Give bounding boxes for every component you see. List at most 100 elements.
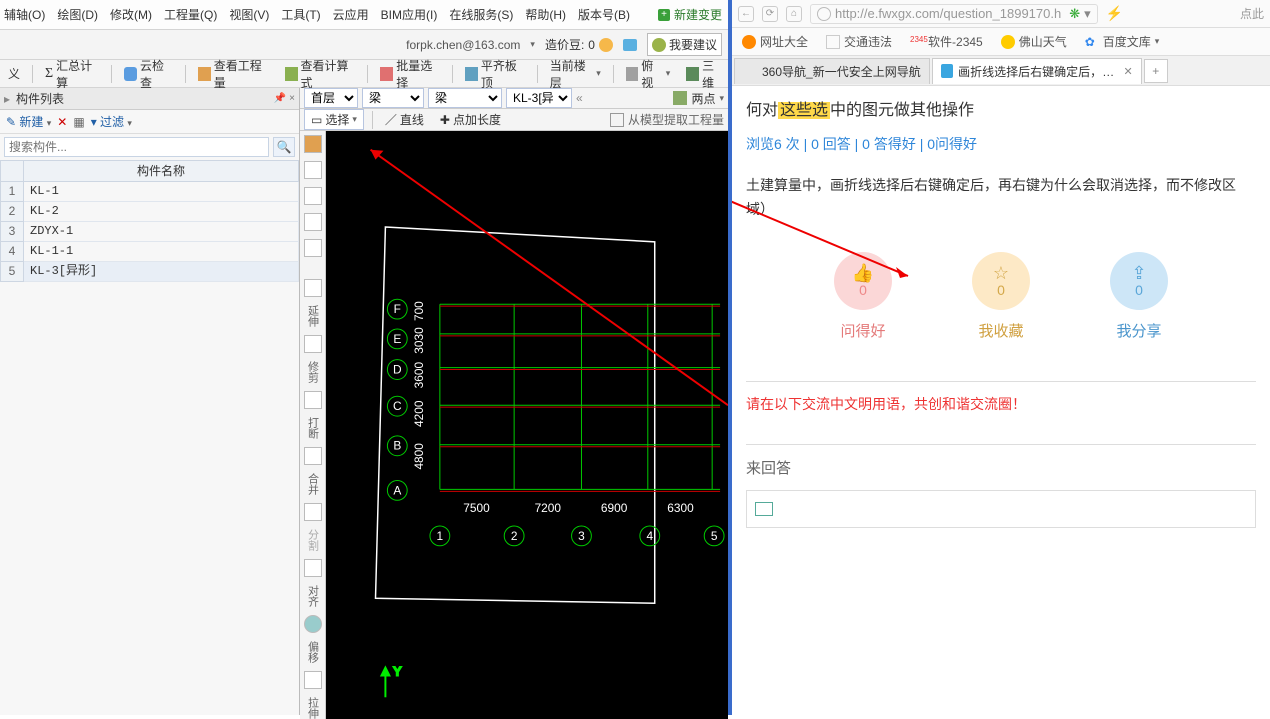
feedback-button[interactable]: 我要建议 [647,33,722,56]
page-content: 何对这些选中的图元做其他操作 浏览6 次 | 0 回答 | 0 答得好 | 0问… [732,86,1270,715]
copy-button[interactable]: ▦ [73,115,84,129]
table-row[interactable]: 3ZDYX-1 [0,222,299,242]
break-icon[interactable] [304,391,322,409]
bookmark-item[interactable]: 2345软件-2345 [910,33,983,50]
plus-icon: + [658,9,670,21]
bookmark-item[interactable]: ✿百度文库▾ [1085,33,1160,50]
extract-quantity[interactable]: 从模型提取工程量 [610,111,724,128]
menu-version[interactable]: 版本号(B) [578,6,630,23]
search-button[interactable]: 🔍 [273,137,295,157]
menu-help[interactable]: 帮助(H) [525,6,566,23]
svg-text:3600: 3600 [412,362,426,389]
align-icon[interactable] [304,559,322,577]
batch-icon [380,67,393,81]
column-name-header: 构件名称 [24,160,299,182]
svg-text:4800: 4800 [412,443,426,470]
menu-bim[interactable]: BIM应用(I) [381,6,438,23]
share-action[interactable]: ⇪0 我分享 [1110,252,1168,341]
stretch-icon[interactable] [304,671,322,689]
category-select[interactable]: 梁 [362,88,424,108]
table-row[interactable]: 2KL-2 [0,202,299,222]
tool-3d[interactable]: 三维 [682,56,728,92]
two-point-tool[interactable]: 两点▾ [673,90,724,107]
align-icon [465,67,478,81]
star-icon [742,35,756,49]
globe-icon [817,7,831,21]
back-button[interactable]: ← [738,6,754,22]
menu-modify[interactable]: 修改(M) [110,6,152,23]
star-icon: ☆ [993,264,1009,282]
merge-icon[interactable] [304,447,322,465]
menu-cloud[interactable]: 云应用 [333,6,369,23]
tool-icon[interactable] [304,161,322,179]
floor-select[interactable]: 首层 [304,88,358,108]
home-button[interactable]: ⌂ [786,6,802,22]
answer-editor[interactable] [746,490,1256,528]
chevron-down-icon[interactable]: ▾ [1084,6,1091,22]
menu-view[interactable]: 视图(V) [229,6,269,23]
menu-aux-axis[interactable]: 辅轴(O) [4,6,45,23]
tool-view-qty[interactable]: 查看工程量 [194,56,273,92]
tool-icon[interactable] [304,239,322,257]
brush-icon[interactable] [304,135,322,153]
trim-icon[interactable] [304,335,322,353]
tool-top-view[interactable]: 俯视▾ [622,56,675,92]
select-tool[interactable]: ▭选择▾ [304,109,364,130]
menu-quantity[interactable]: 工程量(Q) [164,6,217,23]
tool-icon[interactable] [304,187,322,205]
message-icon[interactable] [623,39,637,51]
image-icon[interactable] [755,502,773,516]
delete-button[interactable]: ✕ [57,115,67,129]
address-bar[interactable]: http://e.fwxgx.com/question_1899170.h ❋ … [810,4,1098,24]
person-icon [652,38,666,52]
tool-view-formula[interactable]: 查看计算式 [281,56,360,92]
panel-header: ▸ 构件列表 📌 × [0,88,299,110]
good-question-action[interactable]: 👍0 问得好 [834,252,892,341]
drawing-canvas[interactable]: F E D C B A 1 2 3 4 5 [326,131,728,719]
add-length-tool[interactable]: ✚点加长度 [436,110,505,129]
bookmark-item[interactable]: 网址大全 [742,33,808,50]
search-input[interactable] [4,137,269,157]
browser-navbar: ← ⟳ ⌂ http://e.fwxgx.com/question_189917… [732,0,1270,28]
bookmark-item[interactable]: 交通违法 [826,33,892,50]
lightning-icon[interactable]: ⚡ [1106,5,1123,22]
tool-cloud-check[interactable]: 云检查 [120,56,177,92]
table-row[interactable]: 1KL-1 [0,182,299,202]
svg-text:6900: 6900 [601,501,628,515]
tool-align-slab[interactable]: 平齐板顶 [461,56,529,92]
extend-icon[interactable] [304,279,322,297]
line-tool[interactable]: ／直线 [381,110,428,129]
share-icon: ⇪ [1131,264,1146,282]
bookmark-item[interactable]: 佛山天气 [1001,33,1067,50]
tab-item[interactable]: 画折线选择后右键确定后，再右键 ✕ [932,58,1142,84]
component-select[interactable]: KL-3[异形 [506,88,572,108]
refresh-button[interactable]: ⟳ [762,6,778,22]
favicon [941,64,953,78]
svg-text:F: F [394,302,401,316]
menu-draw[interactable]: 绘图(D) [57,6,98,23]
panel-toolbar: ✎ 新建 ▾ ✕ ▦ ▾ 过滤 ▾ [0,110,299,134]
tool-summary[interactable]: Σ汇总计算 [41,56,103,92]
pin-icon[interactable]: 📌 × [274,93,295,104]
tool-current-floor[interactable]: 当前楼层▾ [546,56,605,92]
menu-tools[interactable]: 工具(T) [281,6,320,23]
email-dropdown[interactable]: ▾ [530,39,535,50]
table-row[interactable]: 4KL-1-1 [0,242,299,262]
cloud-icon[interactable] [304,615,322,633]
table-row[interactable]: 5KL-3[异形] [0,262,299,282]
new-tab-button[interactable]: + [1144,59,1168,83]
thumb-up-icon: 👍 [852,264,874,282]
tab-item[interactable]: 360导航_新一代安全上网导航 [734,58,930,84]
tool-icon[interactable] [304,213,322,231]
click-here[interactable]: 点此 [1240,5,1264,22]
tool-def[interactable]: 义 [4,64,24,83]
split-icon[interactable] [304,503,322,521]
menu-online[interactable]: 在线服务(S) [449,6,513,23]
filter-button[interactable]: ▾ 过滤 ▾ [91,113,132,130]
new-change-button[interactable]: +新建变更 [658,6,722,23]
tool-batch-select[interactable]: 批量选择 [376,56,444,92]
favorite-action[interactable]: ☆0 我收藏 [972,252,1030,341]
new-component-button[interactable]: ✎ 新建 ▾ [6,113,51,130]
close-tab-icon[interactable]: ✕ [1123,65,1132,78]
subtype-select[interactable]: 梁 [428,88,502,108]
